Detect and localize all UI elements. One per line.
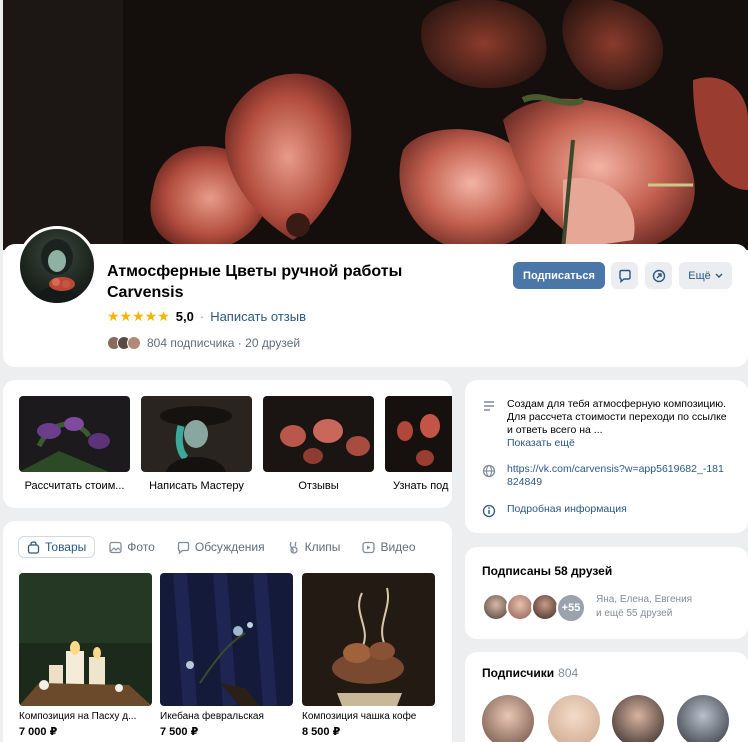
- photo-icon: [109, 541, 122, 553]
- content-tabs: Товары Фото Обсуждения Клипы Видео: [18, 536, 430, 558]
- content-section: Товары Фото Обсуждения Клипы Видео Компо…: [3, 521, 452, 742]
- info-icon: [482, 504, 496, 518]
- message-button[interactable]: [611, 262, 638, 289]
- product-price: 7 500 ₽: [160, 726, 199, 738]
- services-carousel: Рассчитать стоим... Написать Мастеру Отз…: [3, 380, 452, 508]
- tab-label: Товары: [45, 540, 87, 554]
- product-name: Композиция чашка кофе: [302, 711, 417, 722]
- service-image: [385, 396, 452, 472]
- friends-title: Подписаны 58 друзей: [482, 564, 613, 578]
- product-name: Композиция на Пасху д...: [19, 711, 137, 722]
- rating-value: 5,0: [175, 308, 194, 324]
- service-image: [19, 396, 130, 472]
- followers-label: Подписчики: [482, 666, 555, 680]
- follower-avatar[interactable]: [548, 695, 600, 742]
- friend-avatar: [127, 336, 141, 350]
- tab-label: Фото: [127, 540, 155, 554]
- video-icon: [362, 541, 376, 553]
- description-text: Создам для тебя атмосферную композицию. …: [507, 398, 727, 436]
- follower-avatar[interactable]: [482, 695, 534, 742]
- chevron-down-icon: [715, 273, 723, 278]
- subscribers-row[interactable]: 804 подписчика · 20 друзей: [107, 335, 300, 351]
- followers-title: Подписчики 804: [482, 666, 578, 680]
- friend-avatar: [531, 593, 559, 621]
- follower-avatar[interactable]: [677, 695, 729, 742]
- service-label: Написать Мастеру: [149, 480, 244, 492]
- service-label: Рассчитать стоим...: [24, 480, 125, 492]
- tab-label: Клипы: [304, 540, 341, 554]
- group-title: Атмосферные Цветы ручной работы Carvensi…: [107, 263, 403, 301]
- service-label: Узнать под: [393, 480, 449, 492]
- friends-names-line1: Яна, Елена, Евгения: [596, 594, 693, 605]
- followers-count: 804: [558, 666, 579, 680]
- subscribe-button[interactable]: Подписаться: [513, 262, 605, 289]
- subscribers-count: 804 подписчика · 20 друзей: [147, 336, 301, 350]
- rating-row: ★★★★★ 5,0 · Написать отзыв: [107, 307, 306, 325]
- link-row: https://vk.com/carvensis?w=app5619682_-1…: [482, 463, 727, 489]
- friends-names-line2: и ещё 55 друзей: [596, 608, 673, 619]
- show-more-link[interactable]: Показать ещё: [507, 437, 727, 450]
- product-name: Икебана февральская: [160, 711, 264, 722]
- product-price: 7 000 ₽: [19, 726, 58, 738]
- service-image: [141, 396, 252, 472]
- tab-label: Видео: [380, 540, 416, 554]
- globe-icon: [482, 464, 496, 478]
- description-row: Создам для тебя атмосферную композицию. …: [482, 398, 727, 450]
- friends-names: Яна, Елена, Евгения и ещё 55 друзей: [596, 593, 692, 621]
- follower-avatar[interactable]: [612, 695, 664, 742]
- product-card[interactable]: Композиция на Пасху д... 7 000 ₽: [19, 573, 152, 738]
- website-link[interactable]: https://vk.com/carvensis?w=app5619682_-1…: [507, 463, 727, 489]
- message-icon: [618, 269, 631, 283]
- text-lines-icon: [484, 401, 494, 411]
- group-header: Атмосферные Цветы ручной работы Carvensi…: [3, 226, 748, 367]
- tab-products[interactable]: Товары: [18, 536, 96, 558]
- friends-card[interactable]: Подписаны 58 друзей +55 Яна, Елена, Евге…: [465, 547, 748, 639]
- product-card[interactable]: Композиция чашка кофе 8 500 ₽: [302, 573, 435, 738]
- details-row[interactable]: Подробная информация: [482, 503, 627, 518]
- bag-icon: [27, 540, 40, 554]
- tab-clips[interactable]: Клипы: [279, 536, 349, 558]
- share-button[interactable]: [645, 262, 672, 289]
- clips-icon: [289, 541, 298, 554]
- service-item[interactable]: Написать Мастеру: [141, 396, 252, 492]
- chat-icon: [177, 541, 190, 554]
- more-friends-badge: +55: [556, 593, 586, 623]
- service-item[interactable]: Отзывы: [263, 396, 374, 492]
- product-image: [302, 573, 435, 706]
- service-label: Отзывы: [298, 480, 339, 492]
- details-link: Подробная информация: [507, 503, 627, 515]
- separator: ·: [199, 308, 205, 324]
- more-label: Ещё: [688, 269, 711, 282]
- service-image: [263, 396, 374, 472]
- tab-label: Обсуждения: [194, 540, 265, 554]
- write-review-link[interactable]: Написать отзыв: [210, 309, 306, 324]
- product-card[interactable]: Икебана февральская 7 500 ₽: [160, 573, 293, 738]
- rating-stars-icon: ★★★★★: [107, 307, 170, 324]
- followers-card[interactable]: Подписчики 804: [465, 652, 748, 742]
- tab-photos[interactable]: Фото: [101, 536, 163, 558]
- group-avatar[interactable]: [17, 226, 97, 306]
- product-image: [160, 573, 293, 706]
- share-icon: [652, 269, 665, 282]
- product-image: [19, 573, 152, 706]
- service-item[interactable]: Узнать под: [385, 396, 452, 492]
- product-price: 8 500 ₽: [302, 726, 341, 738]
- cover-image: [3, 0, 748, 250]
- about-card: Создам для тебя атмосферную композицию. …: [465, 380, 748, 533]
- friend-avatar: [506, 593, 534, 621]
- more-button[interactable]: Ещё: [679, 262, 732, 289]
- service-item[interactable]: Рассчитать стоим...: [19, 396, 130, 492]
- tab-discussions[interactable]: Обсуждения: [169, 536, 273, 558]
- tab-video[interactable]: Видео: [354, 536, 423, 558]
